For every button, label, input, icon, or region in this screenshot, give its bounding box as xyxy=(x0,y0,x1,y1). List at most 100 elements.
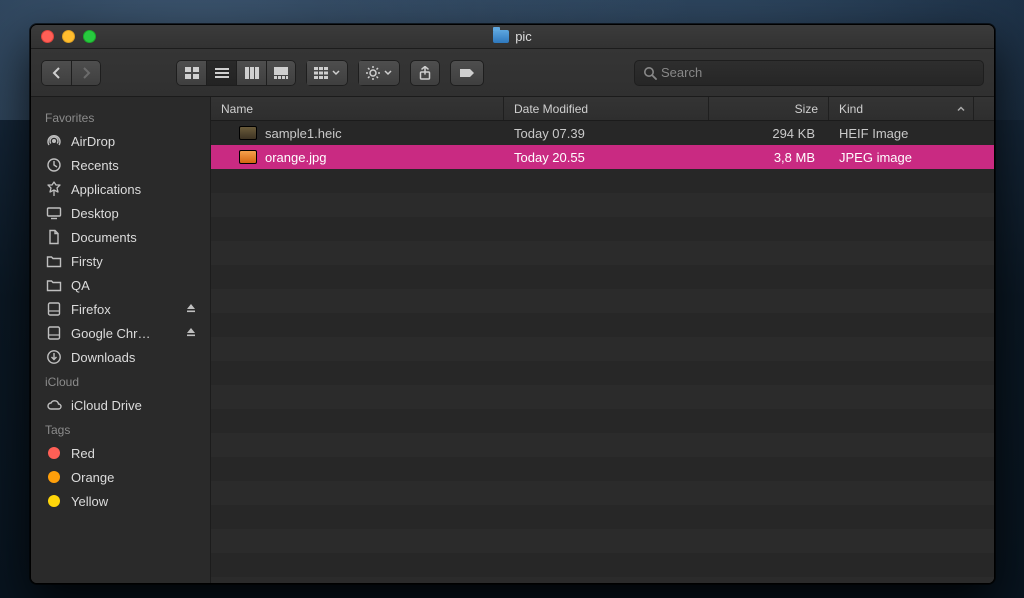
desktop-icon xyxy=(45,205,63,221)
file-kind: HEIF Image xyxy=(829,126,974,141)
folder-icon xyxy=(45,253,63,269)
file-thumbnail-icon xyxy=(239,126,257,140)
nav-group xyxy=(41,60,101,86)
column-gutter xyxy=(974,97,994,120)
search-input[interactable] xyxy=(661,65,975,80)
sidebar-item-label: Desktop xyxy=(71,206,119,221)
file-name: sample1.heic xyxy=(265,126,342,141)
icloud-icon xyxy=(45,397,63,413)
file-date: Today 20.55 xyxy=(504,150,709,165)
content-area: Name Date Modified Size Kind sample1.hei… xyxy=(211,97,994,583)
sidebar-item-label: Firsty xyxy=(71,254,103,269)
eject-icon[interactable] xyxy=(186,327,196,340)
sidebar-item-label: Recents xyxy=(71,158,119,173)
nav-back-button[interactable] xyxy=(41,60,71,86)
arrange-button[interactable] xyxy=(306,60,348,86)
action-menu-button[interactable] xyxy=(358,60,400,86)
sidebar-item-yellow[interactable]: Yellow xyxy=(31,489,210,513)
sidebar-heading: iCloud xyxy=(31,369,210,393)
chevron-down-icon xyxy=(332,70,340,76)
sidebar-item-label: Google Chr… xyxy=(71,326,150,341)
recents-icon xyxy=(45,157,63,173)
window-title-text: pic xyxy=(515,29,532,44)
file-kind: JPEG image xyxy=(829,150,974,165)
sidebar[interactable]: Favorites AirDrop Recents Applications Deskt… xyxy=(31,97,211,583)
gallery-icon xyxy=(274,67,288,79)
tag-dot-icon xyxy=(45,493,63,509)
table-row[interactable]: orange.jpg Today 20.553,8 MBJPEG image xyxy=(211,145,994,169)
chevron-down-icon xyxy=(384,70,392,76)
sidebar-item-recents[interactable]: Recents xyxy=(31,153,210,177)
apps-icon xyxy=(45,181,63,197)
view-gallery-button[interactable] xyxy=(266,60,296,86)
column-header-date[interactable]: Date Modified xyxy=(504,97,709,120)
sidebar-item-airdrop[interactable]: AirDrop xyxy=(31,129,210,153)
column-header-size[interactable]: Size xyxy=(709,97,829,120)
sidebar-item-label: iCloud Drive xyxy=(71,398,142,413)
view-columns-button[interactable] xyxy=(236,60,266,86)
action-group xyxy=(358,60,400,86)
titlebar[interactable]: pic xyxy=(31,25,994,49)
file-size: 3,8 MB xyxy=(709,150,829,165)
sidebar-item-label: Documents xyxy=(71,230,137,245)
file-thumbnail-icon xyxy=(239,150,257,164)
tags-button[interactable] xyxy=(450,60,484,86)
downloads-icon xyxy=(45,349,63,365)
table-row[interactable]: sample1.heic Today 07.39294 KBHEIF Image xyxy=(211,121,994,145)
sidebar-item-desktop[interactable]: Desktop xyxy=(31,201,210,225)
search-icon xyxy=(643,66,657,80)
sidebar-item-orange[interactable]: Orange xyxy=(31,465,210,489)
grid-small-icon xyxy=(314,67,328,79)
arrange-group xyxy=(306,60,348,86)
sidebar-item-qa[interactable]: QA xyxy=(31,273,210,297)
sidebar-item-red[interactable]: Red xyxy=(31,441,210,465)
sidebar-item-label: Red xyxy=(71,446,95,461)
file-size: 294 KB xyxy=(709,126,829,141)
column-header-kind[interactable]: Kind xyxy=(829,97,974,120)
sidebar-item-applications[interactable]: Applications xyxy=(31,177,210,201)
sidebar-heading: Favorites xyxy=(31,105,210,129)
grid-icon xyxy=(185,67,199,79)
view-icons-button[interactable] xyxy=(176,60,206,86)
zoom-window-button[interactable] xyxy=(83,30,96,43)
gear-icon xyxy=(366,66,380,80)
share-button[interactable] xyxy=(410,60,440,86)
finder-window: pic xyxy=(30,24,995,584)
documents-icon xyxy=(45,229,63,245)
disk-icon xyxy=(45,301,63,317)
close-window-button[interactable] xyxy=(41,30,54,43)
sidebar-item-label: QA xyxy=(71,278,90,293)
chevron-right-icon xyxy=(81,67,91,79)
row-stripes xyxy=(211,121,994,583)
sidebar-item-downloads[interactable]: Downloads xyxy=(31,345,210,369)
list-icon xyxy=(215,67,229,79)
file-list[interactable]: sample1.heic Today 07.39294 KBHEIF Image o… xyxy=(211,121,994,583)
folder-icon xyxy=(45,277,63,293)
sidebar-item-google-chr[interactable]: Google Chr… xyxy=(31,321,210,345)
sidebar-item-label: Applications xyxy=(71,182,141,197)
sidebar-item-firefox[interactable]: Firefox xyxy=(31,297,210,321)
column-headers: Name Date Modified Size Kind xyxy=(211,97,994,121)
view-mode-group xyxy=(176,60,296,86)
file-date: Today 07.39 xyxy=(504,126,709,141)
minimize-window-button[interactable] xyxy=(62,30,75,43)
toolbar xyxy=(31,49,994,97)
search-field[interactable] xyxy=(634,60,984,86)
view-list-button[interactable] xyxy=(206,60,236,86)
sidebar-item-firsty[interactable]: Firsty xyxy=(31,249,210,273)
sidebar-heading: Tags xyxy=(31,417,210,441)
column-header-kind-label: Kind xyxy=(839,102,863,116)
tag-dot-icon xyxy=(45,469,63,485)
sidebar-item-label: Downloads xyxy=(71,350,135,365)
tag-icon xyxy=(458,67,476,79)
column-header-name[interactable]: Name xyxy=(211,97,504,120)
eject-icon[interactable] xyxy=(186,303,196,316)
sort-indicator-icon xyxy=(957,103,965,114)
share-icon xyxy=(419,66,431,80)
window-controls xyxy=(41,30,96,43)
sidebar-item-label: AirDrop xyxy=(71,134,115,149)
sidebar-item-icloud-drive[interactable]: iCloud Drive xyxy=(31,393,210,417)
nav-forward-button[interactable] xyxy=(71,60,101,86)
file-name: orange.jpg xyxy=(265,150,326,165)
sidebar-item-documents[interactable]: Documents xyxy=(31,225,210,249)
